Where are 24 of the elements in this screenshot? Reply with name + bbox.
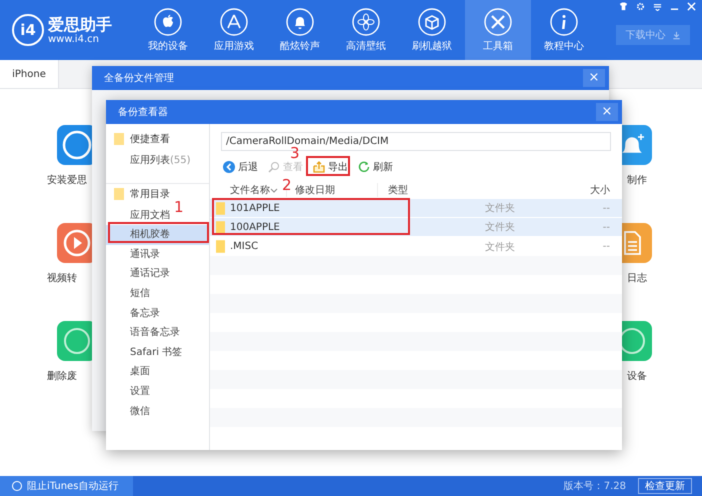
file-name: 100APPLE [230, 222, 280, 232]
file-size: -- [602, 222, 611, 232]
step-number: 1 [174, 198, 184, 216]
version-label: 版本号：7.28 [564, 480, 626, 493]
file-type: 文件夹 [484, 202, 516, 215]
file-size: -- [602, 241, 611, 252]
tool-label: 制作 [626, 174, 648, 187]
app-name: 爱思助手 [48, 14, 112, 34]
file-type: 文件夹 [484, 220, 516, 234]
tool-label: 删除废 [47, 370, 78, 383]
file-name: .MISC [230, 241, 258, 252]
sidebar-group-label: 常用目录 [130, 188, 170, 201]
tool-label: 设备 [626, 370, 648, 383]
tool-label: 安装爱思 [47, 174, 88, 187]
file-name: 101APPLE [230, 202, 280, 214]
app-url: www.i4.cn [48, 34, 100, 46]
sidebar-group-label: 便捷查看 [130, 132, 170, 146]
dialog-title: 全备份文件管理 [104, 72, 174, 85]
dialog-title: 备份查看器 [118, 106, 168, 119]
tool-label: 视频转 [47, 272, 78, 285]
file-type: 文件夹 [484, 240, 516, 254]
file-size: -- [602, 202, 611, 214]
tool-label: 日志 [626, 272, 648, 285]
logo-mark: i4 [12, 14, 44, 46]
